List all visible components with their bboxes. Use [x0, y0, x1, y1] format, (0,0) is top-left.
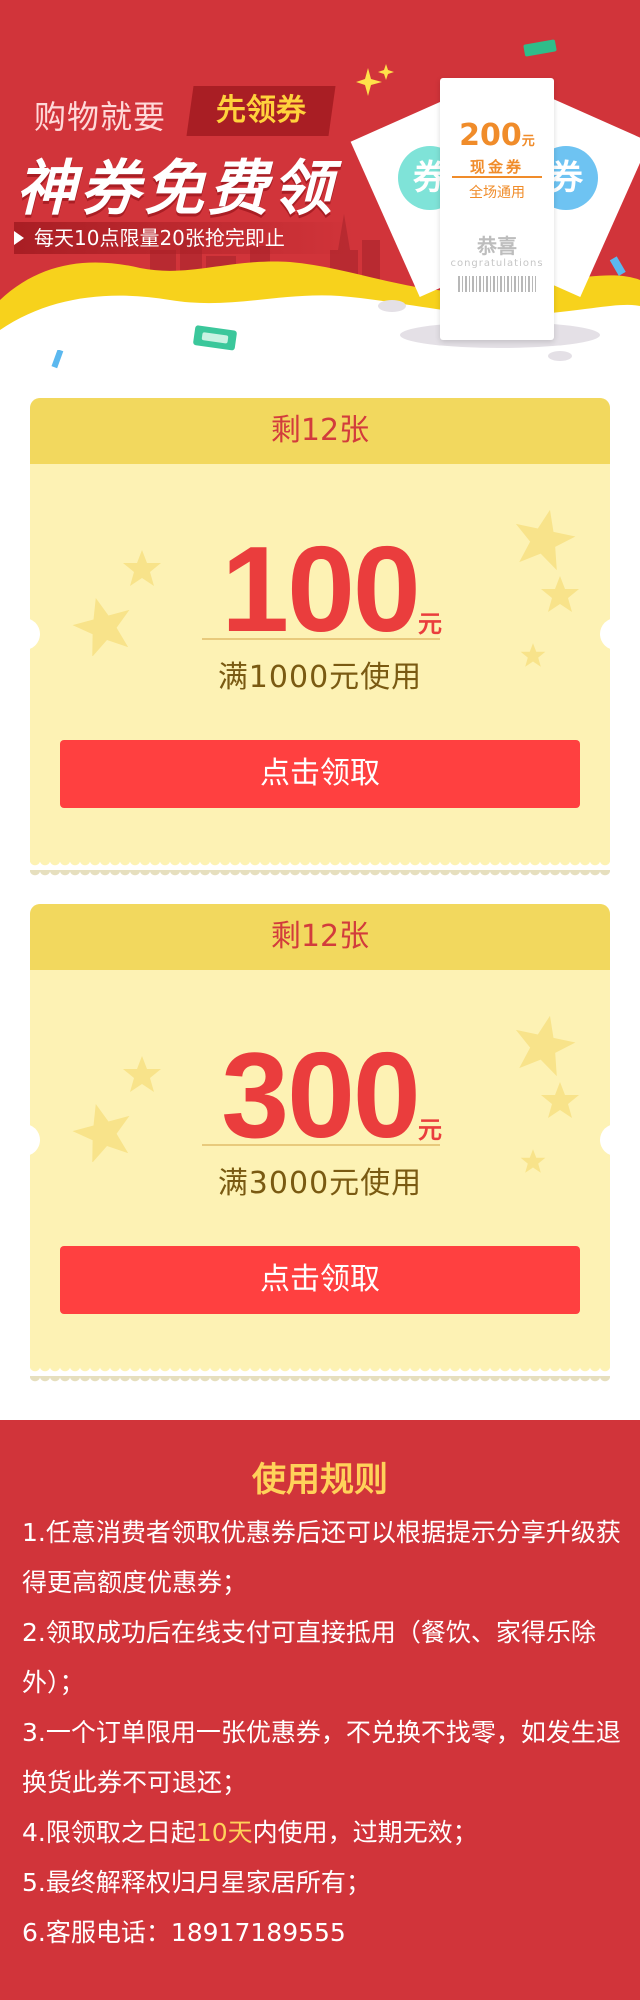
rule-item: 6.客服电话：18917189555 — [22, 1918, 346, 1947]
coupon-shadow — [30, 1376, 610, 1386]
coupon-condition: 满1000元使用 — [217, 660, 423, 695]
coupon-zigzag-edge — [30, 1366, 610, 1376]
cash-note-icon — [193, 325, 237, 351]
coupon-zigzag-edge — [30, 860, 610, 870]
claim-coupon-button[interactable]: 点击领取 — [60, 740, 580, 808]
usage-rules-section: 使用规则 1.任意消费者领取优惠券后还可以根据提示分享升级获得更高额度优惠券； … — [0, 1420, 640, 2000]
rule-item: 4.限领取之日起10天内使用，过期无效； — [22, 1808, 622, 1858]
claim-coupon-button[interactable]: 点击领取 — [60, 1246, 580, 1314]
promo-banner: 购物就要 先领券 神券免费领 每天10点限量20张抢完即止 券 券 200元 现… — [0, 0, 640, 370]
slogan-prefix: 购物就要 — [34, 98, 167, 136]
coupon-amount: 300 — [221, 1027, 421, 1163]
rules-list: 1.任意消费者领取优惠券后还可以根据提示分享升级获得更高额度优惠券； 2.领取成… — [22, 1508, 622, 1958]
coupon-remaining: 剩12张 — [30, 398, 610, 464]
coupon-shadow — [30, 870, 610, 880]
triangle-icon — [14, 231, 24, 245]
rule-item: 5.最终解释权归月星家居所有； — [22, 1868, 371, 1897]
coupon-divider — [202, 638, 440, 640]
rule-item: 2.领取成功后在线支付可直接抵用（餐饮、家得乐除外）； — [22, 1618, 596, 1697]
voucher-amount-unit: 元 — [521, 134, 535, 149]
decorative-voucher: 200元 现金券 全场通用 恭喜 congratulations — [440, 78, 554, 340]
voucher-congrats-en: congratulations — [450, 258, 544, 269]
coupon-card-300: 剩12张 300 元 满3000元使用 点击领取 — [24, 904, 616, 1376]
rule-item-text: 4.限领取之日起 — [22, 1818, 196, 1847]
coupon-unit: 元 — [418, 1116, 442, 1144]
rule-item: 3.一个订单限用一张优惠券，不兑换不找零，如发生退换货此券不可退还； — [22, 1718, 621, 1797]
voucher-amount-value: 200 — [459, 118, 522, 153]
subtitle-strip: 每天10点限量20张抢完即止 — [14, 222, 354, 254]
coupon-divider — [202, 1144, 440, 1146]
rule-item-text: 内使用，过期无效； — [252, 1818, 478, 1847]
subtitle-text: 每天10点限量20张抢完即止 — [34, 226, 285, 250]
voucher-amount: 200元 — [440, 118, 554, 153]
confetti-blue-icon — [51, 350, 64, 369]
voucher-scope: 全场通用 — [469, 185, 525, 201]
sparkle-icon — [356, 64, 394, 96]
coupon-card-100: 剩12张 100 元 满1000元使用 点击领取 — [24, 398, 616, 870]
confetti-green-icon — [523, 39, 557, 57]
rule-highlight: 10天 — [195, 1818, 253, 1847]
coupon-condition: 满3000元使用 — [217, 1166, 423, 1201]
rules-title: 使用规则 — [252, 1460, 388, 1500]
page-title: 神券免费领 — [16, 154, 336, 224]
rule-item: 1.任意消费者领取优惠券后还可以根据提示分享升级获得更高额度优惠券； — [22, 1518, 621, 1597]
coupon-remaining: 剩12张 — [30, 904, 610, 970]
confetti-blue-icon — [609, 256, 626, 276]
slogan-badge: 先领券 — [186, 86, 336, 136]
slogan-badge-label: 先领券 — [216, 93, 306, 128]
coupon-unit: 元 — [418, 610, 442, 638]
barcode-icon — [458, 276, 536, 292]
voucher-congrats-cn: 恭喜 — [477, 234, 517, 258]
coupon-amount: 100 — [221, 521, 421, 657]
voucher-kind: 现金券 — [469, 158, 524, 176]
